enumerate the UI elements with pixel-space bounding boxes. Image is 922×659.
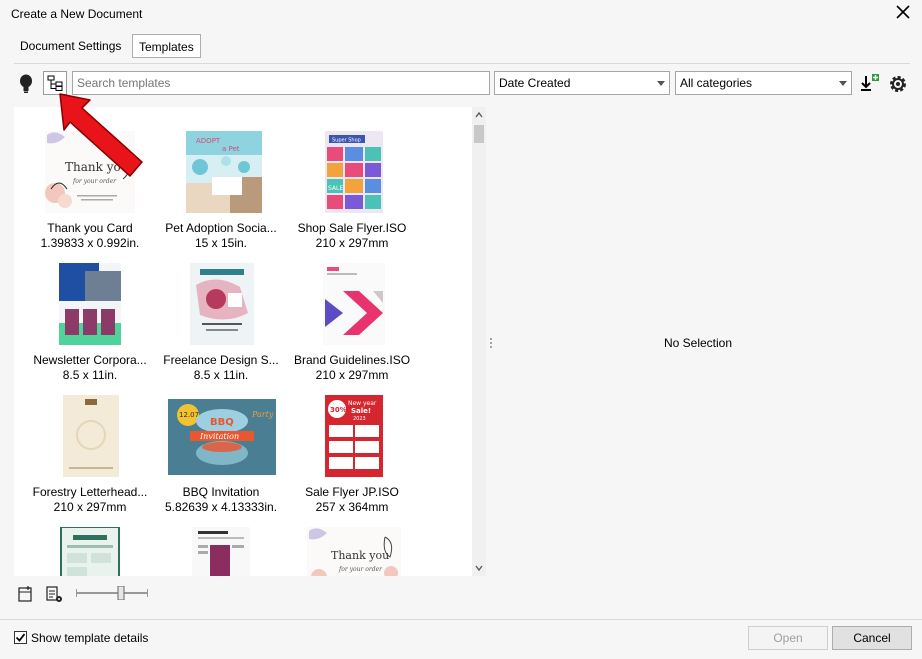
svg-text:SALE: SALE (328, 185, 343, 192)
show-details-label: Show template details (31, 631, 149, 645)
template-item[interactable] (156, 527, 286, 576)
tab-templates[interactable]: Templates (132, 34, 201, 58)
template-thumbnail (25, 395, 155, 485)
template-name: Freelance Design S... (163, 353, 279, 367)
view-tools (0, 576, 489, 619)
dialog-footer: Show template details Open Cancel (0, 619, 922, 659)
template-name: Newsletter Corpora... (33, 353, 147, 367)
lightbulb-icon[interactable] (18, 74, 34, 94)
checkmark-icon (15, 633, 26, 642)
template-item[interactable]: Freelance Design S... 8.5 x 11in. (156, 263, 286, 383)
template-item[interactable]: Newsletter Corpora... 8.5 x 11in. (25, 263, 155, 383)
get-more-templates-icon[interactable] (858, 72, 880, 96)
template-size: 15 x 15in. (194, 236, 248, 250)
template-item[interactable]: ADOPT a Pet Pet Adoption Socia... 15 x 1… (156, 131, 286, 251)
thumbnail-size-slider[interactable] (76, 586, 148, 600)
open-button[interactable]: Open (748, 626, 828, 650)
template-grid[interactable]: Thank you for your order Thank you Card … (14, 107, 472, 576)
svg-text:New year: New year (348, 400, 377, 407)
template-name: Thank you Card (47, 221, 133, 235)
template-settings-icon[interactable] (44, 584, 64, 604)
svg-text:for your order: for your order (72, 178, 117, 185)
template-thumbnail: Thank you for your order (25, 131, 155, 221)
scrollbar-thumb[interactable] (474, 125, 484, 143)
category-dropdown-value: All categories (680, 76, 753, 90)
template-thumbnail: Super Shop SALE (287, 131, 417, 221)
template-thumbnail (25, 263, 155, 353)
vertical-scrollbar[interactable] (472, 107, 486, 576)
template-details-pane: No Selection (489, 104, 922, 619)
template-name: Pet Adoption Socia... (165, 221, 277, 235)
chevron-down-icon (839, 81, 847, 86)
template-size: 257 x 364mm (315, 500, 389, 514)
svg-text:30%: 30% (330, 406, 347, 414)
svg-text:for your order: for your order (338, 566, 383, 573)
template-thumbnail (25, 526, 155, 576)
svg-text:2023: 2023 (353, 416, 366, 422)
template-thumbnail: ADOPT a Pet (156, 131, 286, 221)
template-thumbnail (287, 263, 417, 353)
new-from-template-icon[interactable] (16, 584, 36, 604)
svg-text:Super Shop: Super Shop (332, 138, 361, 144)
template-item[interactable]: Thank you for your order (287, 527, 417, 576)
window-title: Create a New Document (11, 7, 143, 21)
gear-icon[interactable] (887, 72, 909, 96)
scroll-up-icon[interactable] (475, 111, 483, 119)
chevron-down-icon (657, 81, 665, 86)
svg-text:Invitation: Invitation (199, 432, 239, 441)
template-item[interactable]: Thank you for your order Thank you Card … (25, 131, 155, 251)
tab-document-settings[interactable]: Document Settings (14, 34, 127, 58)
svg-text:a Pet: a Pet (222, 145, 240, 153)
template-name: BBQ Invitation (182, 485, 260, 499)
sort-dropdown-value: Date Created (499, 76, 571, 90)
template-item[interactable]: Super Shop SALE Shop Sale Flyer.ISO 210 … (287, 131, 417, 251)
template-size: 5.82639 x 4.13333in. (164, 500, 278, 514)
template-item[interactable]: Brand Guidelines.ISO 210 x 297mm (287, 263, 417, 383)
template-thumbnail: Thank you for your order (287, 527, 417, 576)
template-size: 1.39833 x 0.992in. (40, 236, 140, 250)
template-name: Shop Sale Flyer.ISO (297, 221, 407, 235)
template-item[interactable]: 30% New year Sale! 2023 Sale Flyer JP.IS… (287, 395, 417, 515)
svg-text:Sale!: Sale! (351, 407, 371, 415)
svg-text:Thank you: Thank you (65, 160, 129, 174)
cancel-button[interactable]: Cancel (832, 626, 912, 650)
category-dropdown[interactable]: All categories (675, 71, 852, 95)
template-name: Sale Flyer JP.ISO (305, 485, 399, 499)
tab-bar: Document Settings Templates (0, 28, 922, 64)
category-tree-button[interactable] (43, 71, 67, 95)
scroll-down-icon[interactable] (475, 564, 483, 572)
svg-text:12.07: 12.07 (179, 411, 199, 419)
title-bar: Create a New Document (0, 0, 922, 28)
svg-text:BBQ: BBQ (210, 417, 234, 428)
template-size: 210 x 297mm (53, 500, 127, 514)
svg-text:ADOPT: ADOPT (196, 137, 221, 145)
no-selection-label: No Selection (663, 336, 733, 350)
template-thumbnail: 12.07 BBQ Invitation Party (156, 395, 286, 485)
template-name: Forestry Letterhead... (32, 485, 148, 499)
template-size: 8.5 x 11in. (193, 368, 249, 382)
template-thumbnail (156, 263, 286, 353)
close-icon[interactable] (896, 4, 910, 20)
template-size: 8.5 x 11in. (62, 368, 118, 382)
template-thumbnail (156, 527, 286, 576)
template-size: 210 x 297mm (315, 368, 389, 382)
svg-text:Party: Party (251, 410, 274, 419)
template-item[interactable] (25, 526, 155, 576)
show-details-checkbox[interactable] (14, 631, 27, 644)
template-size: 210 x 297mm (315, 236, 389, 250)
template-thumbnail: 30% New year Sale! 2023 (287, 395, 417, 485)
template-item[interactable]: Forestry Letterhead... 210 x 297mm (25, 395, 155, 515)
search-input[interactable] (72, 71, 490, 95)
toolbar: Date Created All categories (0, 64, 922, 104)
template-name: Brand Guidelines.ISO (293, 353, 411, 367)
svg-text:Thank you: Thank you (331, 549, 389, 562)
template-browser: Thank you for your order Thank you Card … (0, 104, 489, 576)
sort-dropdown[interactable]: Date Created (494, 71, 670, 95)
tree-view-icon (47, 75, 63, 91)
template-item[interactable]: 12.07 BBQ Invitation Party BBQ Invitatio… (156, 395, 286, 515)
